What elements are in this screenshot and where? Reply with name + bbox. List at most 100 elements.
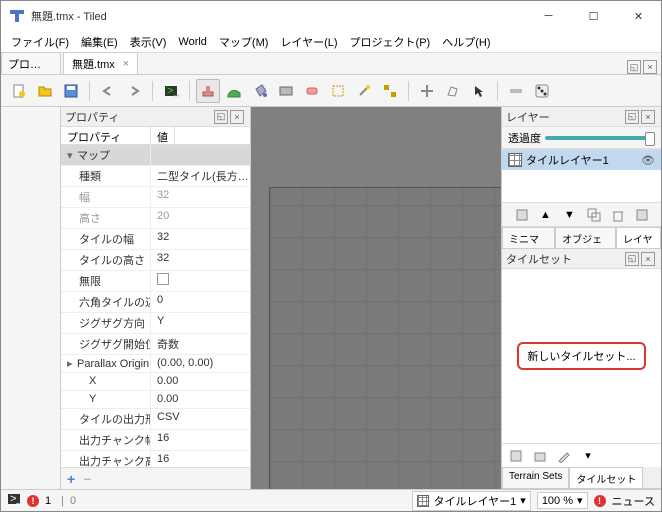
property-row[interactable]: 出力チャンク幅16 (61, 430, 250, 451)
property-row[interactable]: 無限 (61, 271, 250, 292)
close-button[interactable]: ✕ (616, 1, 661, 31)
titlebar: 無題.tmx - Tiled ─ ☐ ✕ (1, 1, 661, 31)
menu-layer[interactable]: レイヤー(L) (274, 32, 343, 52)
app-icon (9, 8, 25, 24)
left-panel-tab[interactable]: プロ… (1, 52, 61, 74)
pointer-button[interactable] (467, 79, 491, 103)
magic-wand-button[interactable] (352, 79, 376, 103)
menu-world[interactable]: World (172, 34, 213, 50)
random-button[interactable] (530, 79, 554, 103)
property-row[interactable]: タイルの幅32 (61, 229, 250, 250)
panel-close-icon[interactable]: × (643, 60, 657, 74)
property-row[interactable]: 出力チャンク高さ16 (61, 451, 250, 467)
right-dock: レイヤー ◱ × 透過度 タイルレイヤー1 👁 ▲ ▼ (501, 107, 661, 489)
terrain-tool-button[interactable] (222, 79, 246, 103)
tileset-body: 新しいタイルセット... (502, 269, 661, 443)
property-row[interactable]: Y0.00 (61, 391, 250, 409)
close-tab-icon[interactable]: × (123, 58, 129, 70)
properties-columns: プロパティ 値 (61, 127, 250, 145)
panel-close-icon[interactable]: × (641, 110, 655, 124)
panel-close-icon[interactable]: × (641, 252, 655, 266)
panel-close-icon[interactable]: × (230, 110, 244, 124)
property-row[interactable]: タイルの高さ32 (61, 250, 250, 271)
layer-props-button[interactable] (632, 205, 652, 225)
tab-objects[interactable]: オブジェクト (555, 227, 616, 248)
stamp-tool-button[interactable] (196, 79, 220, 103)
layer-move-button[interactable] (415, 79, 439, 103)
tab-minimap[interactable]: ミニマップ (502, 227, 555, 248)
window-title: 無題.tmx - Tiled (31, 8, 526, 24)
property-row[interactable]: ▾マップ (61, 145, 250, 166)
property-row[interactable]: 高さ20 (61, 208, 250, 229)
property-row[interactable]: ジグザグ開始位置奇数 (61, 334, 250, 355)
new-tileset-icon[interactable] (506, 446, 526, 466)
embed-tileset-icon[interactable] (530, 446, 550, 466)
move-down-button[interactable]: ▼ (560, 205, 580, 225)
main-toolbar: >_ (1, 75, 661, 107)
duplicate-layer-button[interactable] (584, 205, 604, 225)
bucket-tool-button[interactable] (248, 79, 272, 103)
menubar: ファイル(F) 編集(E) 表示(V) World マップ(M) レイヤー(L)… (1, 31, 661, 53)
new-file-button[interactable] (7, 79, 31, 103)
property-row[interactable]: タイルの出力形式CSV (61, 409, 250, 430)
shape-fill-button[interactable] (274, 79, 298, 103)
maximize-button[interactable]: ☐ (571, 1, 616, 31)
layer-row[interactable]: タイルレイヤー1 👁 (502, 150, 661, 170)
panel-float-icon[interactable]: ◱ (625, 252, 639, 266)
save-button[interactable] (59, 79, 83, 103)
edit-tileset-icon[interactable] (554, 446, 574, 466)
document-tab-label: 無題.tmx (72, 56, 115, 72)
command-button[interactable]: >_ (159, 79, 183, 103)
redo-button[interactable] (122, 79, 146, 103)
move-up-button[interactable]: ▲ (536, 205, 556, 225)
tab-terrain[interactable]: Terrain Sets (502, 467, 569, 488)
menu-edit[interactable]: 編集(E) (75, 32, 124, 52)
new-tileset-button[interactable]: 新しいタイルセット... (517, 342, 645, 370)
highlight-layer-button[interactable] (504, 79, 528, 103)
menu-map[interactable]: マップ(M) (213, 32, 275, 52)
edit-polygon-button[interactable] (441, 79, 465, 103)
property-row[interactable]: 六角タイルの辺長0 (61, 292, 250, 313)
delete-layer-button[interactable] (608, 205, 628, 225)
panel-float-icon[interactable]: ◱ (214, 110, 228, 124)
property-row[interactable]: 幅32 (61, 187, 250, 208)
tab-layers[interactable]: レイヤー (616, 227, 661, 248)
eraser-tool-button[interactable] (300, 79, 324, 103)
same-tile-select-button[interactable] (378, 79, 402, 103)
open-file-button[interactable] (33, 79, 57, 103)
menu-project[interactable]: プロジェクト(P) (344, 32, 437, 52)
menu-help[interactable]: ヘルプ(H) (436, 32, 496, 52)
minimize-button[interactable]: ─ (526, 1, 571, 31)
menu-view[interactable]: 表示(V) (124, 32, 173, 52)
rect-select-button[interactable] (326, 79, 350, 103)
tab-tilesets[interactable]: タイルセット (569, 467, 643, 488)
tilesets-title: タイルセット (506, 251, 623, 267)
property-row[interactable]: ジグザグ方向Y (61, 313, 250, 334)
undo-button[interactable] (96, 79, 120, 103)
tileset-menu-icon[interactable]: ▾ (578, 446, 598, 466)
add-property-button[interactable]: + (67, 471, 75, 487)
news-badge[interactable]: ! (594, 495, 606, 507)
news-link[interactable]: ニュース (612, 493, 655, 509)
panel-float-icon[interactable]: ◱ (625, 110, 639, 124)
panel-restore-icon[interactable]: ◱ (627, 60, 641, 74)
chevron-down-icon: ▾ (520, 494, 526, 507)
console-icon[interactable]: >_ (7, 492, 21, 509)
visibility-icon[interactable]: 👁 (641, 154, 655, 167)
properties-list[interactable]: ▾マップ種類二型タイル(長方…幅32高さ20タイルの幅32タイルの高さ32無限六… (61, 145, 250, 467)
map-canvas[interactable] (251, 107, 501, 489)
properties-footer: + − (61, 467, 250, 489)
property-row[interactable]: X0.00 (61, 373, 250, 391)
layers-list[interactable]: タイルレイヤー1 👁 (502, 149, 661, 203)
menu-file[interactable]: ファイル(F) (5, 32, 75, 52)
map-grid[interactable] (269, 187, 501, 489)
new-layer-button[interactable] (512, 205, 532, 225)
error-count: 1 (45, 495, 51, 507)
property-row[interactable]: 種類二型タイル(長方… (61, 166, 250, 187)
property-row[interactable]: ▸Parallax Origin(0.00, 0.00) (61, 355, 250, 373)
document-tab[interactable]: 無題.tmx × (63, 52, 138, 74)
current-layer-combo[interactable]: タイルレイヤー1 ▾ (412, 491, 530, 511)
zoom-combo[interactable]: 100 % ▾ (537, 492, 588, 509)
opacity-slider[interactable] (545, 136, 655, 140)
error-badge[interactable]: ! (27, 495, 39, 507)
